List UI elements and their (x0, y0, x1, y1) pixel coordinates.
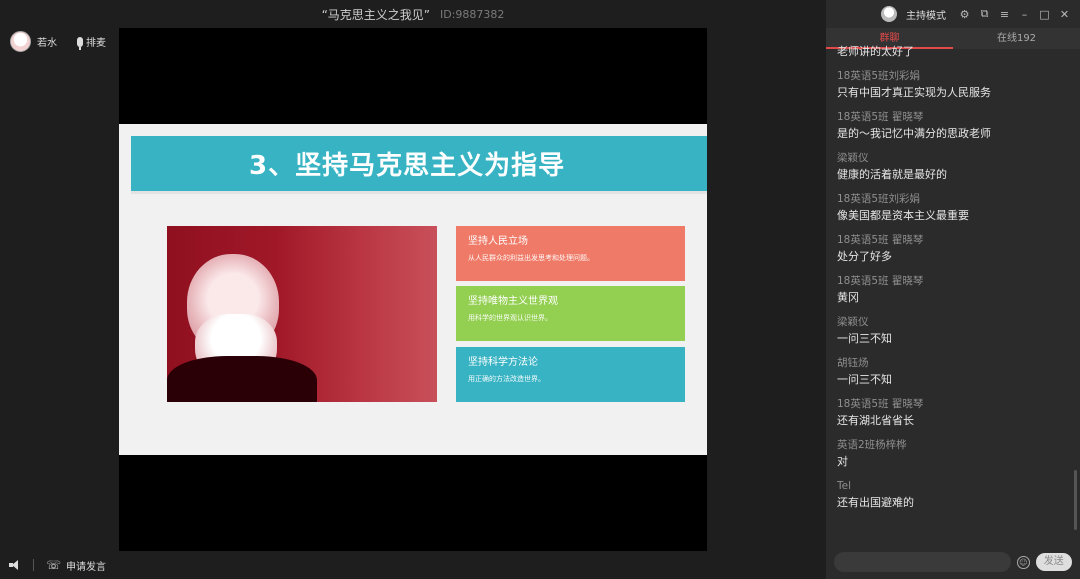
chat-scrollbar[interactable] (1074, 470, 1077, 530)
apply-speak-label: 申请发言 (66, 561, 107, 573)
message-user: 18英语5班刘彩娟 (837, 193, 921, 205)
message-text: 像美国都是资本主义最重要 (837, 209, 969, 222)
mic-order-button[interactable]: 排麦 (77, 34, 106, 50)
slide-card-title: 坚持唯物主义世界观 (468, 296, 558, 307)
slide-card-desc: 用科学的世界观认识世界。 (468, 314, 552, 322)
message-text: 还有出国避难的 (837, 496, 914, 509)
room-id: ID:9887382 (440, 7, 505, 21)
presenter-avatar[interactable] (10, 31, 31, 52)
slide-card-2: 坚持唯物主义世界观 用科学的世界观认识世界。 (456, 286, 685, 341)
slide-divider (131, 191, 707, 194)
popout-icon[interactable]: ⧉ (979, 7, 990, 21)
bottom-toolbar: ☏ 申请发言 (0, 551, 826, 579)
list-item: 胡钰炀 一问三不知 (837, 355, 1073, 388)
message-user: 18英语5班 翟晓琴 (837, 275, 924, 287)
speaker-icon[interactable] (9, 560, 21, 570)
slide-card-1: 坚持人民立场 从人民群众的利益出发思考和处理问题。 (456, 226, 685, 281)
slide-card-desc: 用正确的方法改造世界。 (468, 375, 545, 383)
message-user: 梁颖仪 (837, 316, 869, 328)
marx-portrait (167, 226, 437, 402)
presenter-info: 若水 排麦 (10, 31, 106, 52)
menu-icon[interactable]: ≡ (999, 8, 1010, 21)
message-user: 英语2班杨梓桦 (837, 439, 907, 451)
apply-speak-button[interactable]: ☏ 申请发言 (46, 558, 106, 573)
slide-card-title: 坚持科学方法论 (468, 357, 538, 368)
send-button[interactable]: 发送 (1035, 553, 1072, 571)
host-mode-label[interactable]: 主持模式 (906, 7, 946, 22)
list-item: 18英语5班 翟晓琴 处分了好多 (837, 232, 1073, 265)
message-user: 18英语5班 翟晓琴 (837, 398, 924, 410)
live-classroom-window: “马克思主义之我见” ID:9887382 若水 排麦 3、坚持马克思主义为指导… (0, 0, 1080, 579)
slide-card-desc: 从人民群众的利益出发思考和处理问题。 (468, 254, 594, 262)
message-text: 是的～我记忆中满分的思政老师 (837, 127, 991, 140)
slide: 3、坚持马克思主义为指导 坚持人民立场 从人民群众的利益出发思考和处理问题。 坚… (119, 124, 707, 455)
message-text: 健康的活着就是最好的 (837, 168, 947, 181)
message-user: Tel (837, 480, 852, 492)
message-text: 一问三不知 (837, 373, 892, 386)
list-item: 老师讲的太好了 (837, 43, 1073, 60)
host-avatar[interactable] (881, 6, 897, 22)
portrait-coat (167, 356, 317, 402)
toolbar-divider (33, 559, 34, 571)
list-item: 18英语5班 翟晓琴 黄冈 (837, 273, 1073, 306)
message-text: 只有中国才真正实现为人民服务 (837, 86, 991, 99)
mic-order-label: 排麦 (86, 38, 106, 49)
chat-panel: 主持模式 ⚙ ⧉ ≡ – □ ✕ 群聊 在线192 老师讲的太好了 18英语5班… (826, 0, 1080, 579)
message-user: 18英语5班 翟晓琴 (837, 111, 924, 123)
message-text: 还有湖北省省长 (837, 414, 914, 427)
emoji-icon[interactable]: ☺ (1017, 555, 1030, 569)
list-item: Tel 还有出国避难的 (837, 478, 1073, 511)
message-text: 黄冈 (837, 291, 859, 304)
message-text: 一问三不知 (837, 332, 892, 345)
presenter-name: 若水 (37, 38, 57, 49)
message-user: 18英语5班 翟晓琴 (837, 234, 924, 246)
list-item: 梁颖仪 健康的活着就是最好的 (837, 150, 1073, 183)
message-list: 老师讲的太好了 18英语5班刘彩娟 只有中国才真正实现为人民服务 18英语5班 … (837, 45, 1073, 519)
slide-title: 3、坚持马克思主义为指导 (249, 151, 566, 181)
message-user: 胡钰炀 (837, 357, 869, 369)
microphone-icon (77, 36, 83, 50)
message-text: 处分了好多 (837, 250, 892, 263)
phone-icon: ☏ (46, 558, 62, 572)
message-text: 对 (837, 455, 848, 468)
list-item: 梁颖仪 一问三不知 (837, 314, 1073, 347)
maximize-icon[interactable]: □ (1039, 8, 1050, 21)
message-user: 梁颖仪 (837, 152, 869, 164)
presentation-stage: 3、坚持马克思主义为指导 坚持人民立场 从人民群众的利益出发思考和处理问题。 坚… (119, 28, 707, 551)
slide-header: 3、坚持马克思主义为指导 (131, 136, 707, 191)
close-icon[interactable]: ✕ (1059, 8, 1070, 21)
settings-icon[interactable]: ⚙ (959, 8, 970, 21)
minimize-icon[interactable]: – (1019, 8, 1030, 21)
list-item: 18英语5班刘彩娟 只有中国才真正实现为人民服务 (837, 68, 1073, 101)
message-text: 老师讲的太好了 (837, 45, 914, 58)
panel-header: 主持模式 ⚙ ⧉ ≡ – □ ✕ (826, 0, 1080, 28)
slide-card-3: 坚持科学方法论 用正确的方法改造世界。 (456, 347, 685, 402)
chat-input[interactable] (834, 552, 1011, 572)
chat-input-row: ☺ 发送 (834, 551, 1072, 573)
slide-card-title: 坚持人民立场 (468, 236, 528, 247)
title-bar: “马克思主义之我见” ID:9887382 (0, 0, 826, 28)
list-item: 18英语5班刘彩娟 像美国都是资本主义最重要 (837, 191, 1073, 224)
window-title: “马克思主义之我见” (321, 7, 430, 22)
list-item: 18英语5班 翟晓琴 是的～我记忆中满分的思政老师 (837, 109, 1073, 142)
list-item: 18英语5班 翟晓琴 还有湖北省省长 (837, 396, 1073, 429)
message-user: 18英语5班刘彩娟 (837, 70, 921, 82)
list-item: 英语2班杨梓桦 对 (837, 437, 1073, 470)
